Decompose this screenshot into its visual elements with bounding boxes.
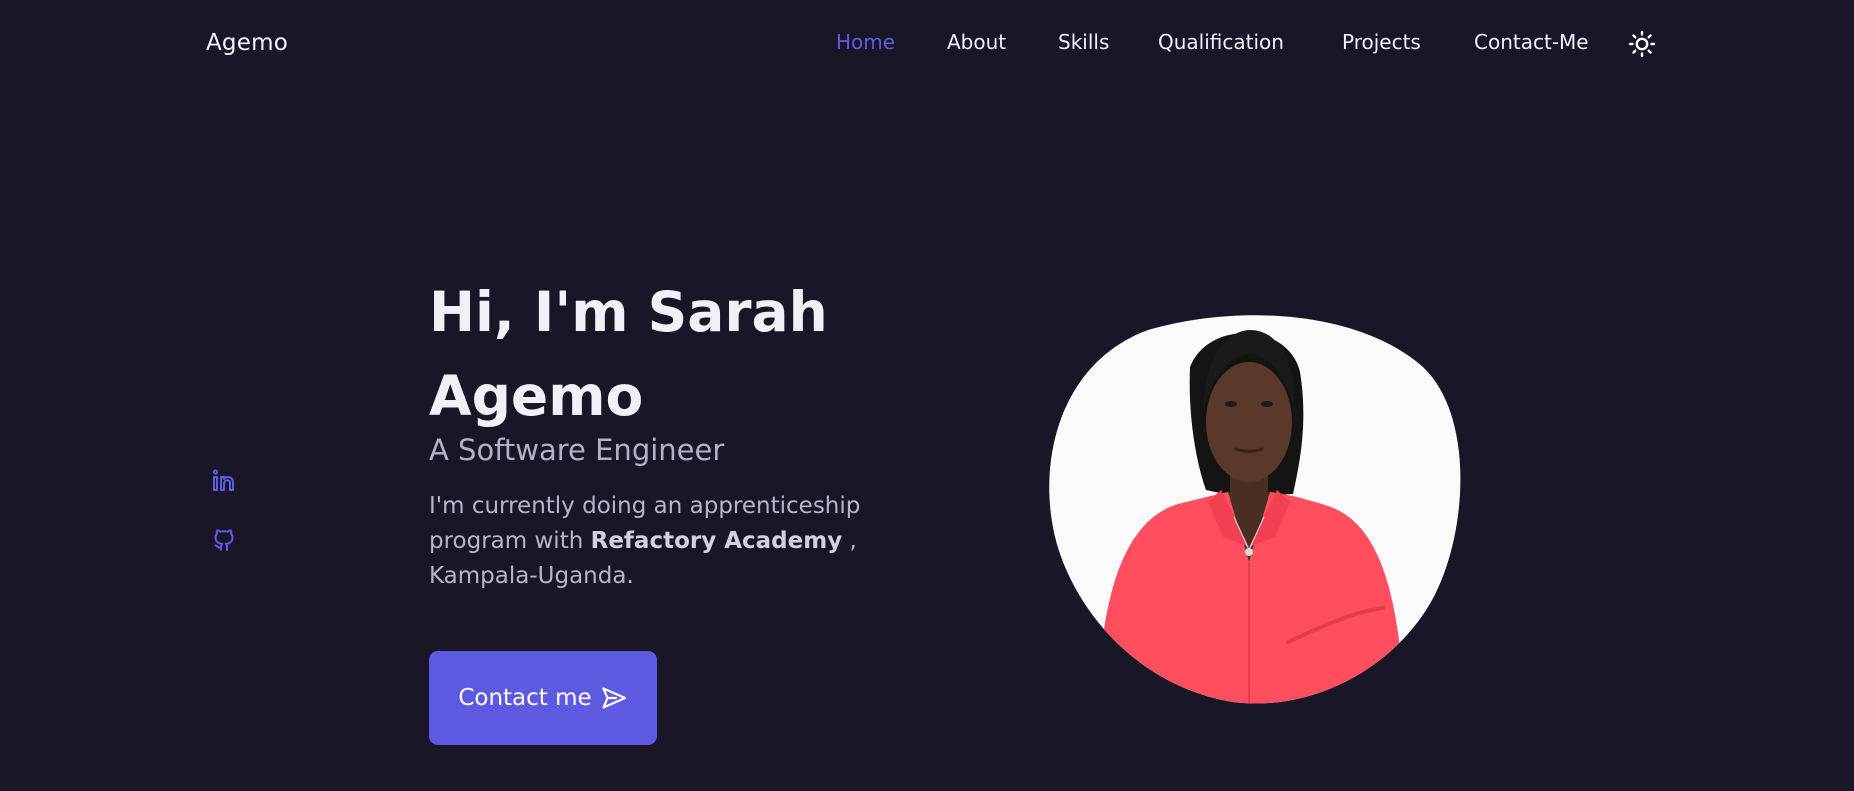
send-icon — [602, 687, 626, 709]
nav-link-home[interactable]: Home — [836, 30, 895, 54]
nav-link-contact[interactable]: Contact-Me — [1474, 30, 1589, 54]
linkedin-icon — [212, 469, 234, 491]
nav-link-projects[interactable]: Projects — [1342, 30, 1421, 54]
contact-me-label: Contact me — [458, 685, 592, 711]
hero-section: Hi, I'm Sarah Agemo A Software Engineer … — [429, 270, 929, 594]
contact-me-button[interactable]: Contact me — [429, 651, 657, 745]
social-links — [210, 467, 238, 585]
nav-link-about[interactable]: About — [947, 30, 1006, 54]
site-header: Agemo Home About Skills Qualification Pr… — [0, 0, 1854, 92]
github-link[interactable] — [210, 526, 238, 554]
hero-description: I'm currently doing an apprenticeship pr… — [429, 489, 929, 594]
profile-photo — [1038, 312, 1462, 706]
github-icon — [214, 529, 234, 551]
nav-link-skills[interactable]: Skills — [1058, 30, 1109, 54]
nav-link-qualification[interactable]: Qualification — [1158, 30, 1284, 54]
theme-toggle-button[interactable] — [1628, 30, 1656, 58]
linkedin-link[interactable] — [210, 467, 238, 495]
hero-title: Hi, I'm Sarah Agemo — [429, 280, 828, 428]
hero-subtitle: A Software Engineer — [429, 433, 725, 467]
sun-icon — [1628, 30, 1656, 58]
academy-name: Refactory Academy — [590, 528, 843, 554]
logo[interactable]: Agemo — [206, 30, 288, 56]
